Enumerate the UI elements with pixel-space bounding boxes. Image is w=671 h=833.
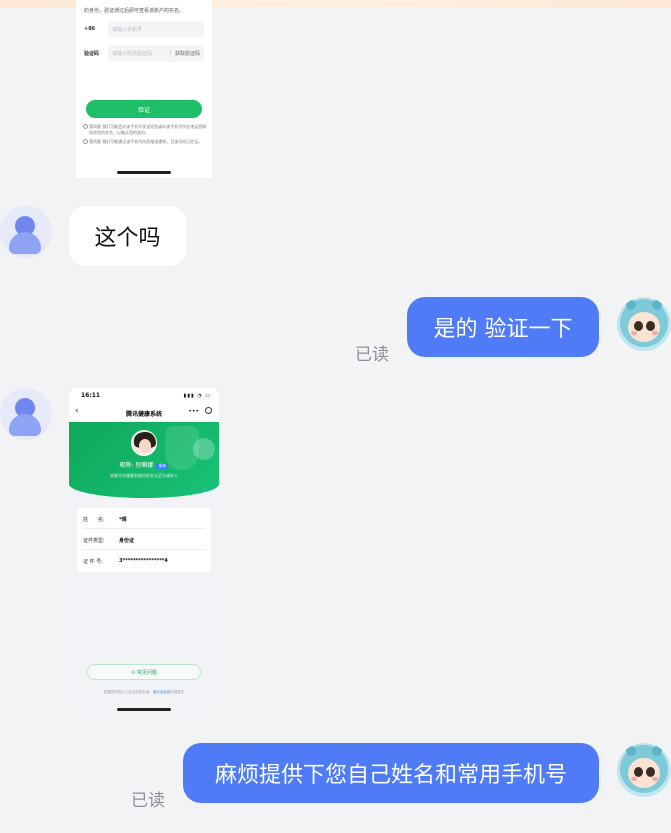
radio-icon (83, 124, 88, 129)
footer-note: 如果您如有以上实名信息有误，请点击此处申请更正 (103, 690, 185, 694)
code-field: 请输入短信验证码 获取验证码 (108, 45, 204, 62)
identity-row-number: 证 件 号: 3****************4 (83, 558, 168, 565)
image-message-health-system[interactable]: 16:11 ▮▮▮ ◔ ▭ ‹ 腾讯健康系统 ••• 昵称: 别嘛娜 成年 本账号… (69, 388, 219, 712)
message-text: 麻烦提供下您自己姓名和常用手机号 (214, 763, 567, 788)
my-avatar[interactable] (617, 743, 671, 797)
outgoing-message-bubble[interactable]: 是的 验证一下 (407, 297, 599, 357)
agreement-1: 我同意 我们可能会向该手机号发送短信或向该手机号所在地运营商核验您的实名，以确认… (83, 124, 207, 136)
message-text: 这个吗 (94, 226, 161, 251)
mini-program-nav: ‹ 腾讯健康系统 ••• (69, 402, 219, 422)
signal-icon: ▮▮▮ ◔ ▭ (183, 393, 211, 399)
profile-photo (131, 430, 157, 456)
identity-card: 姓 名: *晴 证件类型: 身份证 证 件 号: 3****************4 (77, 508, 211, 572)
read-receipt: 已读 (131, 791, 165, 811)
home-indicator (117, 171, 171, 174)
phone-status-bar: 16:11 ▮▮▮ ◔ ▭ (69, 388, 219, 402)
identity-row-name: 姓 名: *晴 (83, 508, 205, 529)
adult-badge: 成年 (156, 462, 169, 469)
verify-button: 验证 (86, 100, 202, 118)
decor-circle (193, 438, 215, 460)
agreement-1-text: 我同意 我们可能会向该手机号发送短信或向该手机号所在地运营商核验您的实名，以确认… (89, 124, 207, 135)
get-code-link: 获取验证码 (169, 50, 200, 57)
code-row: 验证码 请输入短信验证码 获取验证码 (84, 45, 204, 62)
contact-avatar[interactable] (0, 206, 52, 258)
incoming-message-bubble[interactable]: 这个吗 (69, 206, 186, 266)
outgoing-message-bubble[interactable]: 麻烦提供下您自己姓名和常用手机号 (183, 743, 599, 803)
phone-country-code: +86 (84, 26, 96, 32)
close-icon (205, 407, 212, 414)
profile-nickname: 昵称: 别嘛娜 成年 (119, 462, 169, 469)
agreement-2: 我同意 我们可能通过该手机号向您推送通知，且该号码已验证。 (83, 139, 207, 145)
home-indicator (117, 708, 171, 711)
my-avatar[interactable] (617, 297, 671, 351)
profile-hero: 昵称: 别嘛娜 成年 本账号在健康系统内实名认证为成年人 (69, 422, 219, 498)
phone-row: +86 请输入手机号 (84, 21, 204, 38)
status-time: 16:11 (81, 392, 101, 399)
phone-placeholder: 请输入手机号 (112, 27, 143, 33)
radio-icon (83, 139, 88, 144)
contact-avatar[interactable] (0, 388, 52, 440)
phone-field: 请输入手机号 (108, 21, 204, 38)
faq-button: ⊙ 常见问题 (87, 664, 201, 680)
profile-subtitle: 本账号在健康系统内实名认证为成年人 (110, 473, 178, 478)
image-message-verification[interactable]: 的身份，验证通过后即可查看该账户的实名。 +86 请输入手机号 验证码 请输入短… (76, 0, 212, 178)
more-icon: ••• (188, 408, 199, 415)
agreement-2-text: 我同意 我们可能通过该手机号向您推送通知，且该号码已验证。 (89, 139, 203, 144)
code-placeholder: 请输入短信验证码 (112, 51, 153, 57)
read-receipt: 已读 (355, 345, 389, 365)
identity-row-type: 证件类型: 身份证 (83, 529, 205, 550)
code-label: 验证码 (84, 51, 100, 57)
verification-hint: 的身份，验证通过后即可查看该账户的实名。 (84, 8, 185, 14)
message-text: 是的 验证一下 (433, 317, 573, 342)
